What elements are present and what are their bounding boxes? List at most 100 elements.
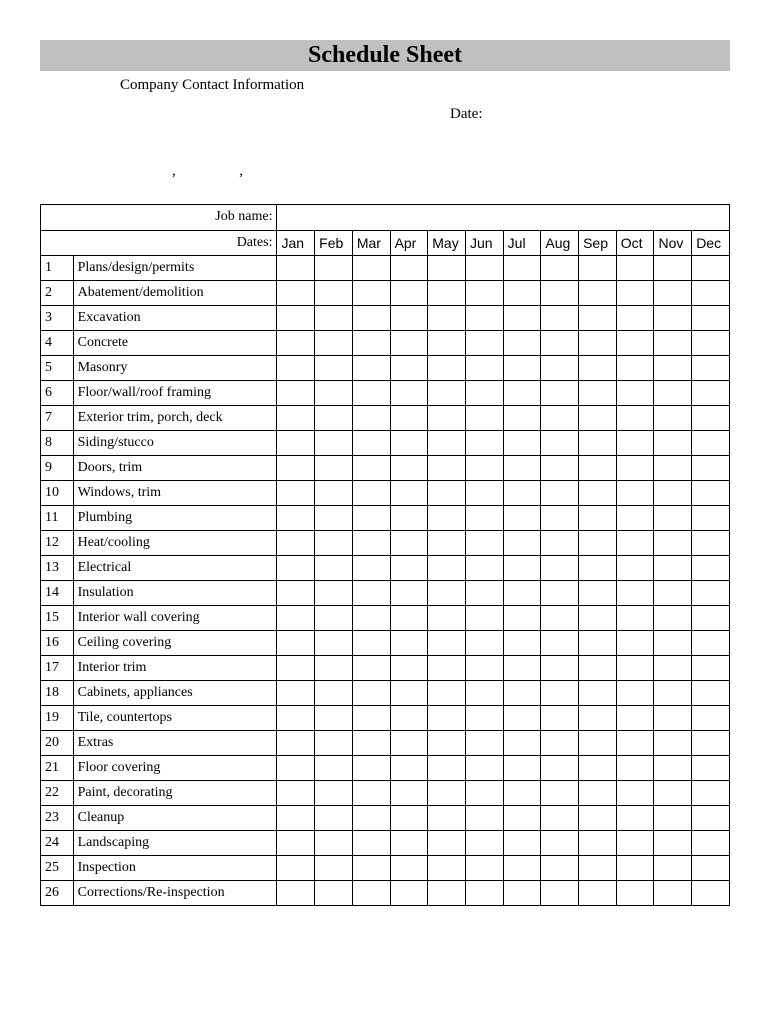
schedule-cell[interactable] — [352, 281, 390, 306]
schedule-cell[interactable] — [390, 556, 428, 581]
schedule-cell[interactable] — [579, 606, 617, 631]
schedule-cell[interactable] — [541, 431, 579, 456]
schedule-cell[interactable] — [616, 656, 654, 681]
schedule-cell[interactable] — [277, 506, 315, 531]
schedule-cell[interactable] — [654, 781, 692, 806]
schedule-cell[interactable] — [579, 556, 617, 581]
schedule-cell[interactable] — [315, 831, 353, 856]
schedule-cell[interactable] — [654, 381, 692, 406]
schedule-cell[interactable] — [616, 781, 654, 806]
schedule-cell[interactable] — [692, 506, 730, 531]
schedule-cell[interactable] — [616, 281, 654, 306]
schedule-cell[interactable] — [616, 706, 654, 731]
schedule-cell[interactable] — [390, 656, 428, 681]
schedule-cell[interactable] — [465, 656, 503, 681]
schedule-cell[interactable] — [541, 856, 579, 881]
schedule-cell[interactable] — [352, 431, 390, 456]
schedule-cell[interactable] — [352, 706, 390, 731]
schedule-cell[interactable] — [579, 781, 617, 806]
schedule-cell[interactable] — [352, 631, 390, 656]
schedule-cell[interactable] — [428, 731, 466, 756]
schedule-cell[interactable] — [277, 556, 315, 581]
schedule-cell[interactable] — [315, 381, 353, 406]
schedule-cell[interactable] — [428, 681, 466, 706]
schedule-cell[interactable] — [390, 681, 428, 706]
schedule-cell[interactable] — [692, 856, 730, 881]
schedule-cell[interactable] — [616, 506, 654, 531]
schedule-cell[interactable] — [428, 881, 466, 906]
schedule-cell[interactable] — [277, 481, 315, 506]
schedule-cell[interactable] — [465, 706, 503, 731]
schedule-cell[interactable] — [654, 556, 692, 581]
schedule-cell[interactable] — [692, 256, 730, 281]
schedule-cell[interactable] — [465, 881, 503, 906]
schedule-cell[interactable] — [277, 531, 315, 556]
schedule-cell[interactable] — [579, 881, 617, 906]
schedule-cell[interactable] — [352, 456, 390, 481]
schedule-cell[interactable] — [352, 381, 390, 406]
schedule-cell[interactable] — [503, 756, 541, 781]
schedule-cell[interactable] — [428, 856, 466, 881]
schedule-cell[interactable] — [352, 581, 390, 606]
schedule-cell[interactable] — [541, 356, 579, 381]
schedule-cell[interactable] — [692, 281, 730, 306]
schedule-cell[interactable] — [277, 831, 315, 856]
schedule-cell[interactable] — [277, 706, 315, 731]
schedule-cell[interactable] — [541, 881, 579, 906]
schedule-cell[interactable] — [654, 681, 692, 706]
schedule-cell[interactable] — [390, 331, 428, 356]
schedule-cell[interactable] — [654, 856, 692, 881]
schedule-cell[interactable] — [503, 556, 541, 581]
schedule-cell[interactable] — [654, 281, 692, 306]
schedule-cell[interactable] — [692, 731, 730, 756]
schedule-cell[interactable] — [352, 831, 390, 856]
schedule-cell[interactable] — [541, 656, 579, 681]
schedule-cell[interactable] — [654, 506, 692, 531]
schedule-cell[interactable] — [616, 306, 654, 331]
schedule-cell[interactable] — [390, 781, 428, 806]
schedule-cell[interactable] — [315, 756, 353, 781]
schedule-cell[interactable] — [428, 631, 466, 656]
schedule-cell[interactable] — [390, 431, 428, 456]
schedule-cell[interactable] — [315, 681, 353, 706]
schedule-cell[interactable] — [692, 706, 730, 731]
schedule-cell[interactable] — [390, 881, 428, 906]
schedule-cell[interactable] — [390, 281, 428, 306]
schedule-cell[interactable] — [654, 406, 692, 431]
job-name-field[interactable] — [277, 205, 730, 231]
schedule-cell[interactable] — [315, 781, 353, 806]
schedule-cell[interactable] — [465, 731, 503, 756]
schedule-cell[interactable] — [352, 531, 390, 556]
schedule-cell[interactable] — [428, 781, 466, 806]
schedule-cell[interactable] — [692, 806, 730, 831]
schedule-cell[interactable] — [390, 481, 428, 506]
schedule-cell[interactable] — [277, 331, 315, 356]
schedule-cell[interactable] — [465, 531, 503, 556]
schedule-cell[interactable] — [616, 456, 654, 481]
schedule-cell[interactable] — [315, 481, 353, 506]
schedule-cell[interactable] — [503, 306, 541, 331]
schedule-cell[interactable] — [654, 806, 692, 831]
schedule-cell[interactable] — [315, 581, 353, 606]
schedule-cell[interactable] — [503, 681, 541, 706]
schedule-cell[interactable] — [465, 756, 503, 781]
schedule-cell[interactable] — [390, 456, 428, 481]
schedule-cell[interactable] — [692, 631, 730, 656]
schedule-cell[interactable] — [579, 506, 617, 531]
schedule-cell[interactable] — [654, 331, 692, 356]
schedule-cell[interactable] — [503, 431, 541, 456]
schedule-cell[interactable] — [277, 806, 315, 831]
schedule-cell[interactable] — [315, 606, 353, 631]
schedule-cell[interactable] — [692, 431, 730, 456]
schedule-cell[interactable] — [390, 756, 428, 781]
schedule-cell[interactable] — [541, 456, 579, 481]
schedule-cell[interactable] — [692, 681, 730, 706]
schedule-cell[interactable] — [579, 281, 617, 306]
schedule-cell[interactable] — [654, 256, 692, 281]
schedule-cell[interactable] — [692, 456, 730, 481]
schedule-cell[interactable] — [579, 581, 617, 606]
schedule-cell[interactable] — [390, 506, 428, 531]
schedule-cell[interactable] — [616, 381, 654, 406]
schedule-cell[interactable] — [428, 806, 466, 831]
schedule-cell[interactable] — [428, 531, 466, 556]
